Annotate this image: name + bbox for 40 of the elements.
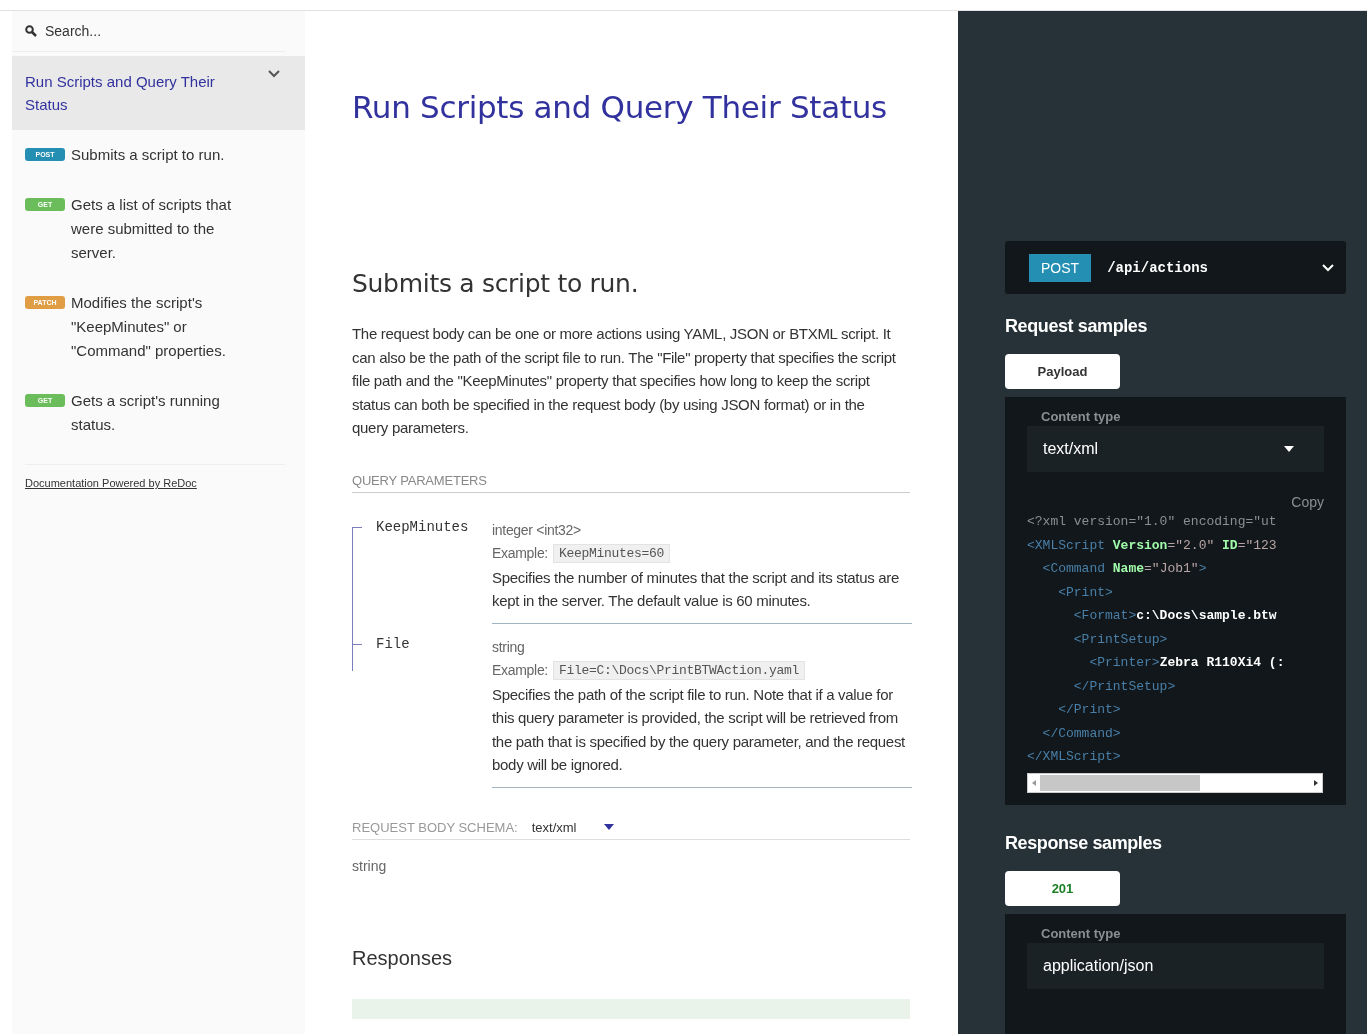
sample-tab[interactable]: 201 [1005, 870, 1120, 906]
example-label: Example: [492, 661, 548, 680]
request-samples-title: Request samples [1005, 316, 1149, 337]
horizontal-scrollbar[interactable] [1027, 772, 1323, 793]
schema-dropdown[interactable]: text/xml [531, 819, 577, 835]
schema-label: REQUEST BODY SCHEMA: [352, 819, 518, 835]
content-type-dropdown[interactable]: text/xml [1027, 426, 1324, 472]
parameter-description: Specifies the number of minutes that the script and its status are kept in the server. The default value is 60 minutes. [492, 567, 901, 611]
parameter-description: Specifies the path of the script file to run. Note that if a value for this query parameter is provided, the script will be retrieved from the path that is specified by the query parameter, and the request body will be ignored. [492, 684, 906, 775]
parameter-name: File [352, 635, 492, 800]
parameter-type: integer <int32> [492, 520, 582, 540]
operation-title: Submits a script to run. [352, 269, 640, 298]
content-type-label: Content type [1040, 925, 1122, 941]
search-icon [25, 25, 37, 37]
parameter-type: string [492, 637, 526, 657]
endpoint-path: /api/actions [1107, 259, 1209, 276]
example-label: Example: [492, 544, 548, 563]
schema-type: string [352, 857, 388, 874]
dropdown-caret-icon [1284, 446, 1294, 452]
responses-title: Responses [352, 946, 454, 970]
example-value: File=C:\Docs\PrintBTWAction.yaml [552, 661, 805, 681]
dropdown-caret-icon [604, 824, 615, 830]
sample-tab[interactable]: Payload [1005, 354, 1120, 389]
parameter-name: KeepMinutes [352, 518, 492, 636]
method-badge: POST [1029, 253, 1092, 282]
search-field[interactable]: Search... [45, 23, 245, 39]
query-parameters-header: QUERY PARAMETERS [352, 472, 910, 493]
content-type-field: application/json [1027, 942, 1324, 989]
content-type-label: Content type [1040, 409, 1122, 424]
operation-description: The request body can be one or more actions using YAML, JSON or BTXML script. It can also be the path of the script file to run. The "File" property that specifies the script file path and the "KeepMinutes" property that specifies how long to keep the script status can both be specified in the request body (by using JSON format) or in the query parameters. [352, 324, 897, 438]
copy-button[interactable]: Copy [1291, 494, 1324, 510]
sidebar-group[interactable]: Run Scripts and Query Their Status [12, 56, 305, 130]
chevron-down-icon [268, 70, 280, 78]
endpoint-bar[interactable]: POST /api/actions [1005, 241, 1346, 294]
code-sample: <?xml version="1.0" encoding="ut <XMLScript Version="2.0" ID="123 <Command Name="Job1"> <Print> <Format>c:\Docs\sample.btw <PrintSetup> <Printer>Zebra R110Xi4 (: </PrintSetup> </Print> </Command> </XMLScript> [1027, 513, 1286, 766]
chevron-down-icon [1322, 263, 1334, 272]
response-samples-title: Response samples [1005, 832, 1163, 854]
section-title: Run Scripts and Query Their Status [352, 89, 888, 125]
example-value: KeepMinutes=60 [552, 544, 670, 564]
redoc-link[interactable]: Documentation Powered by ReDoc [25, 477, 197, 489]
